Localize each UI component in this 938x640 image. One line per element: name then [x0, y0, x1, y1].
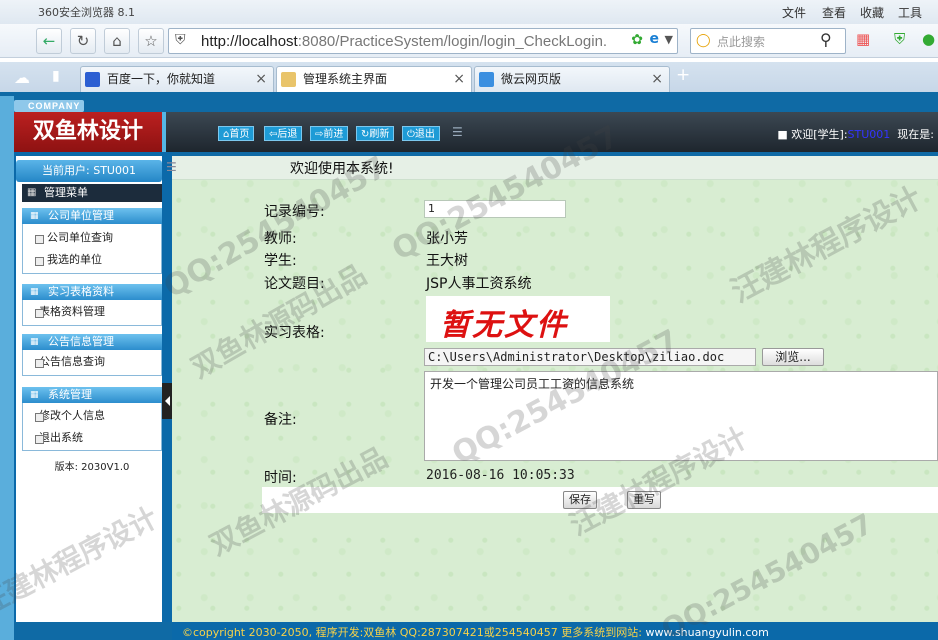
security-icon[interactable]: ⛨	[894, 30, 905, 48]
brand-logo: 双鱼林设计	[14, 112, 166, 152]
student-value: 王大树	[426, 253, 468, 269]
section-company-items: 公司单位查询 我选的单位	[22, 224, 162, 274]
page-icon	[281, 72, 296, 87]
footer: ©copyright 2030-2050, 程序开发:双鱼林 QQ:287307…	[172, 622, 938, 640]
reset-button[interactable]: 重写	[627, 491, 661, 509]
search-engine-icon: ◯	[696, 33, 711, 48]
teacher-value: 张小芳	[426, 231, 468, 247]
company-tag: COMPANY	[14, 100, 84, 112]
folder-icon: ▦	[30, 287, 39, 297]
sidebar-item-logout[interactable]: 退出系统	[23, 427, 161, 449]
browser-nav-bar: ← ↻ ⌂ ☆ ⛨ http://localhost:8080/Practice…	[0, 24, 938, 58]
new-tab-button[interactable]: +	[676, 65, 690, 85]
sidebar-item-edit-profile[interactable]: 修改个人信息	[23, 405, 161, 427]
search-input[interactable]: 点此搜索	[717, 33, 765, 50]
address-text[interactable]: http://localhost:8080/PracticeSystem/log…	[201, 33, 607, 50]
sidebar-item-my-company[interactable]: 我选的单位	[23, 249, 161, 271]
app-header: 双鱼林设计 ⌂首页 ⇦后退 ⇨前进 ↻刷新 ⏻退出 ☰ ■ 欢迎[学生]:STU…	[14, 112, 938, 152]
nav-home-button[interactable]: ⌂首页	[218, 126, 255, 141]
footer-site-link[interactable]: www.shuangyulin.com	[645, 626, 768, 639]
table-label: 实习表格:	[264, 325, 325, 341]
no-file-text: 暂无文件	[440, 308, 568, 343]
browser-title-bar: 360安全浏览器 8.1 文件 查看 收藏 工具	[0, 0, 938, 24]
extension-icon[interactable]: ●	[922, 30, 935, 48]
sidebar-toggle-icon[interactable]: ▮	[52, 68, 60, 84]
tab-main-page[interactable]: 管理系统主界面 ×	[276, 66, 472, 92]
home-button[interactable]: ⌂	[104, 28, 130, 54]
compat-icon[interactable]: ✿	[631, 32, 643, 48]
student-label: 学生:	[264, 253, 297, 269]
close-icon[interactable]: ×	[651, 67, 663, 91]
section-system-items: 修改个人信息 退出系统	[22, 403, 162, 451]
main-title-bar	[172, 156, 938, 180]
section-notice-header[interactable]: ▦ 公告信息管理	[22, 334, 162, 350]
nav-refresh-button[interactable]: ↻刷新	[356, 126, 395, 141]
address-bar[interactable]: ⛨ http://localhost:8080/PracticeSystem/l…	[168, 28, 678, 54]
folder-icon: ▦	[30, 337, 39, 347]
favorite-button[interactable]: ☆	[138, 28, 164, 54]
current-user-bar: 当前用户: STU001	[16, 160, 162, 182]
thesis-label: 论文题目:	[264, 276, 325, 292]
manage-menu-title: ▦ 管理菜单	[22, 184, 162, 202]
menu-file[interactable]: 文件	[782, 4, 806, 21]
time-label: 时间:	[264, 470, 297, 486]
menu-favorites[interactable]: 收藏	[860, 4, 884, 21]
folder-icon: ▦	[30, 390, 39, 400]
close-icon[interactable]: ×	[453, 67, 465, 91]
section-company-header[interactable]: ▦ 公司单位管理	[22, 208, 162, 224]
section-system-header[interactable]: ▦ 系统管理	[22, 387, 162, 403]
grid-icon: ▦	[27, 187, 37, 198]
sidebar-item-forms-manage[interactable]: 表格资料管理	[23, 301, 161, 323]
baidu-icon	[85, 72, 100, 87]
welcome-text: ■ 欢迎[学生]:STU001 现在是:	[777, 128, 934, 141]
apps-icon[interactable]: ▦	[856, 30, 870, 48]
tab-weiyun[interactable]: 微云网页版 ×	[474, 66, 670, 92]
divider-icon: ☰	[452, 125, 463, 139]
sidebar-item-notice-query[interactable]: 公告信息查询	[23, 351, 161, 373]
time-value: 2016-08-16 10:05:33	[426, 468, 575, 483]
close-icon[interactable]: ×	[255, 67, 267, 91]
record-label: 记录编号:	[264, 204, 325, 220]
left-stripe	[0, 96, 14, 640]
menu-view[interactable]: 查看	[822, 4, 846, 21]
button-row	[262, 487, 938, 513]
ie-icon[interactable]: e	[650, 31, 660, 47]
chevron-down-icon[interactable]: ▼	[665, 33, 673, 46]
back-button[interactable]: ←	[36, 28, 62, 54]
reload-icon: ↻	[76, 32, 90, 50]
tab-baidu[interactable]: 百度一下，你就知道 ×	[80, 66, 274, 92]
window-title: 360安全浏览器 8.1	[38, 6, 135, 19]
record-id-input[interactable]: 1	[424, 200, 566, 218]
section-notice-items: 公告信息查询	[22, 350, 162, 376]
cloud-icon	[479, 72, 494, 87]
home-icon: ⌂	[112, 32, 122, 50]
file-path-input[interactable]: C:\Users\Administrator\Desktop\ziliao.do…	[424, 348, 756, 366]
version-text: 版本: 2030V1.0	[54, 462, 130, 473]
reload-button[interactable]: ↻	[70, 28, 96, 54]
notes-label: 备注:	[264, 412, 297, 428]
shield-icon: ⛨	[175, 32, 186, 48]
list-icon: ☰	[166, 160, 177, 174]
page-title: 欢迎使用本系统!	[290, 161, 394, 177]
menu-tools[interactable]: 工具	[898, 4, 922, 21]
thesis-value: JSP人事工资系统	[426, 276, 532, 292]
section-forms-header[interactable]: ▦ 实习表格资料	[22, 284, 162, 300]
sidebar-item-company-query[interactable]: 公司单位查询	[23, 227, 161, 249]
teacher-label: 教师:	[264, 231, 297, 247]
power-icon: ⏻	[407, 129, 415, 140]
folder-icon: ▦	[30, 211, 39, 221]
back-arrow-icon: ←	[42, 32, 56, 50]
section-forms-items: 表格资料管理	[22, 300, 162, 326]
tab-bar: ☁ ▮ 百度一下，你就知道 × 管理系统主界面 × 微云网页版 × +	[0, 62, 938, 92]
cloud-icon[interactable]: ☁	[14, 68, 30, 87]
notes-textarea[interactable]: 开发一个管理公司员工工资的信息系统	[424, 371, 938, 461]
search-icon[interactable]: ⚲	[820, 30, 832, 49]
browse-button[interactable]: 浏览...	[762, 348, 824, 366]
nav-back-button[interactable]: ⇦后退	[264, 126, 303, 141]
nav-exit-button[interactable]: ⏻退出	[402, 126, 440, 141]
star-icon: ☆	[144, 32, 158, 50]
nav-forward-button[interactable]: ⇨前进	[310, 126, 349, 141]
save-button[interactable]: 保存	[563, 491, 597, 509]
